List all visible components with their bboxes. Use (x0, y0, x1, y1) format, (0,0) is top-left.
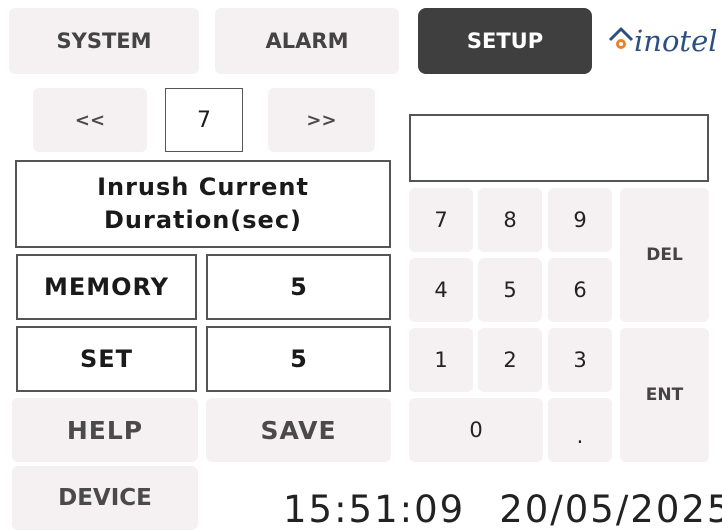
brand-logo: inotel (608, 18, 722, 64)
key-3[interactable]: 3 (548, 328, 612, 392)
tab-setup-label: SETUP (466, 29, 544, 53)
save-label: SAVE (260, 415, 337, 445)
set-label: SET (16, 326, 197, 392)
key-8[interactable]: 8 (478, 188, 542, 252)
prev-page-label: << (74, 109, 106, 131)
status-date: 20/05/2025 (499, 488, 722, 531)
save-button[interactable]: SAVE (206, 398, 391, 462)
memory-value: 5 (206, 254, 391, 320)
del-button[interactable]: DEL (620, 188, 709, 322)
key-3-label: 3 (573, 348, 587, 372)
key-1-label: 1 (434, 348, 448, 372)
status-time: 15:51:09 (283, 488, 466, 531)
parameter-title: Inrush Current Duration(sec) (15, 160, 391, 248)
ent-button[interactable]: ENT (620, 328, 709, 462)
prev-page-button[interactable]: << (33, 88, 147, 152)
logo-text: inotel (634, 24, 718, 58)
key-decimal-label: . (576, 424, 584, 448)
key-9-label: 9 (573, 208, 587, 232)
key-1[interactable]: 1 (409, 328, 473, 392)
set-value-text: 5 (290, 345, 307, 373)
key-0[interactable]: 0 (409, 398, 543, 462)
memory-value-text: 5 (290, 273, 307, 301)
key-5-label: 5 (503, 278, 517, 302)
key-6[interactable]: 6 (548, 258, 612, 322)
status-clock: 15:51:09 20/05/2025 (283, 490, 722, 530)
set-label-text: SET (79, 345, 134, 373)
key-9[interactable]: 9 (548, 188, 612, 252)
key-decimal[interactable]: . (548, 398, 612, 462)
key-4[interactable]: 4 (409, 258, 473, 322)
page-number-value: 7 (197, 107, 211, 133)
key-7[interactable]: 7 (409, 188, 473, 252)
del-label: DEL (646, 245, 683, 265)
tab-system-label: SYSTEM (56, 29, 152, 53)
key-2-label: 2 (503, 348, 517, 372)
key-7-label: 7 (434, 208, 448, 232)
tab-alarm[interactable]: ALARM (215, 8, 399, 74)
key-4-label: 4 (434, 278, 448, 302)
tab-alarm-label: ALARM (265, 29, 349, 53)
parameter-title-line1: Inrush Current (97, 173, 309, 201)
help-label: HELP (66, 415, 144, 445)
key-2[interactable]: 2 (478, 328, 542, 392)
set-value-field[interactable]: 5 (206, 326, 391, 392)
next-page-button[interactable]: >> (268, 88, 375, 152)
key-0-label: 0 (469, 418, 483, 442)
memory-label-text: MEMORY (43, 273, 170, 301)
parameter-title-line2: Duration(sec) (103, 206, 303, 234)
key-6-label: 6 (573, 278, 587, 302)
device-button[interactable]: DEVICE (12, 466, 198, 530)
next-page-label: >> (306, 109, 337, 131)
memory-label: MEMORY (16, 254, 197, 320)
tab-setup[interactable]: SETUP (418, 8, 592, 74)
page-number-field[interactable]: 7 (165, 88, 243, 152)
help-button[interactable]: HELP (12, 398, 198, 462)
key-8-label: 8 (503, 208, 517, 232)
house-icon (608, 27, 634, 49)
tab-system[interactable]: SYSTEM (9, 8, 199, 74)
ent-label: ENT (645, 385, 684, 405)
device-label: DEVICE (58, 485, 152, 511)
keypad-display (409, 114, 709, 182)
key-5[interactable]: 5 (478, 258, 542, 322)
